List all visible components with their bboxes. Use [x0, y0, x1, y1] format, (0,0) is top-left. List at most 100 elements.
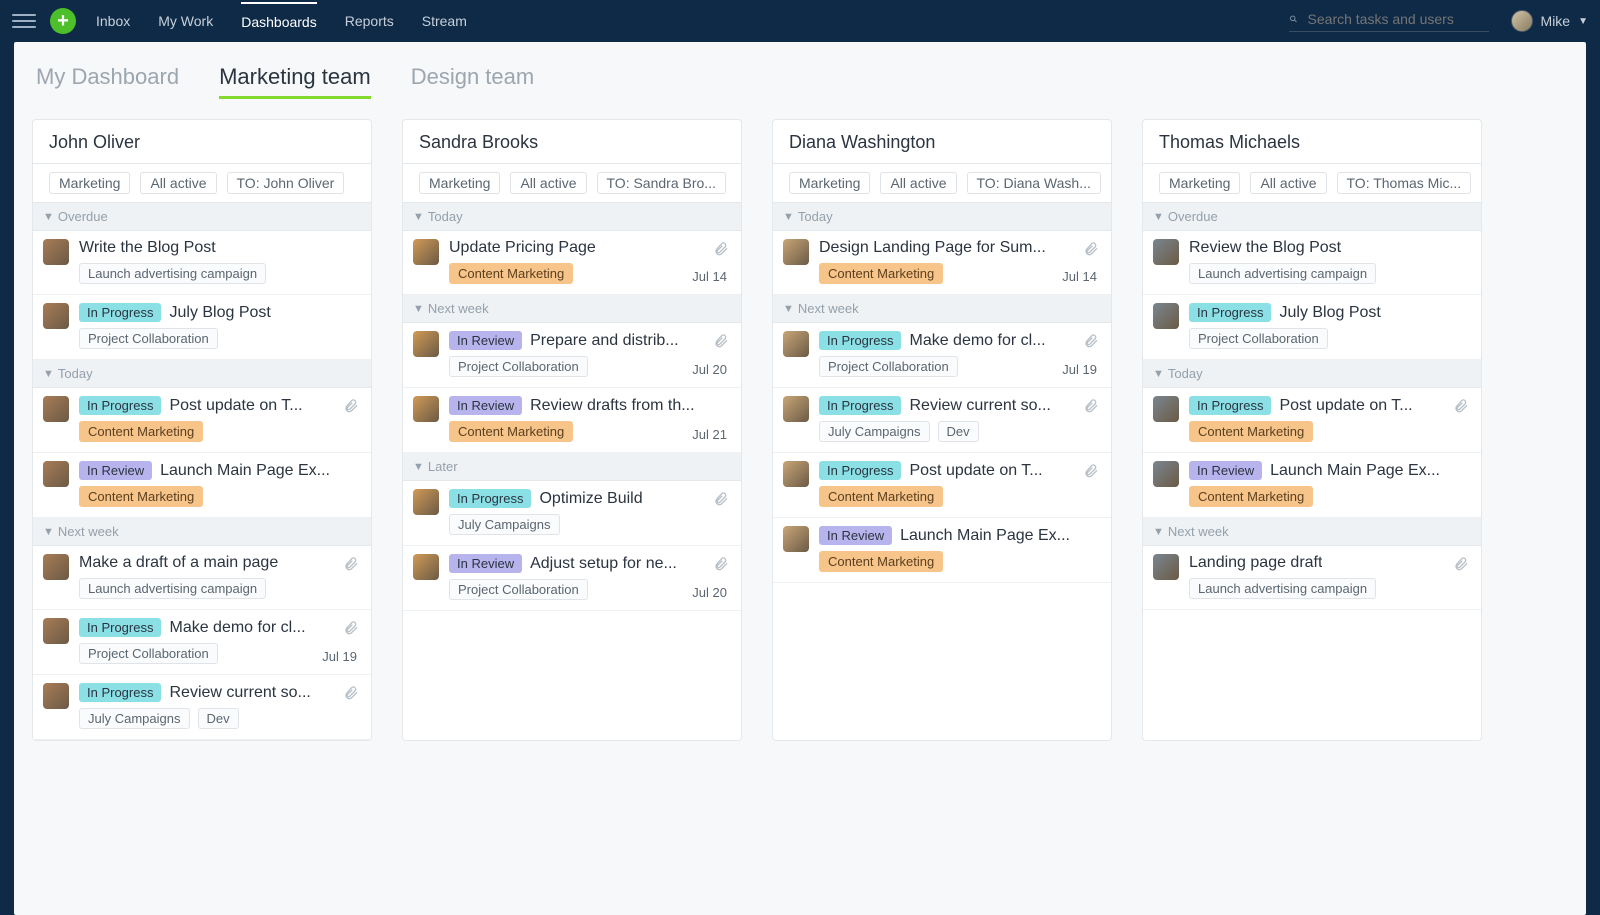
assignee-avatar[interactable]	[413, 239, 439, 265]
filter-chip[interactable]: TO: John Oliver	[227, 172, 345, 194]
section-next-week[interactable]: ▼Next week	[403, 295, 741, 323]
assignee-avatar[interactable]	[413, 331, 439, 357]
menu-icon[interactable]	[12, 9, 36, 33]
section-next-week[interactable]: ▼Next week	[33, 518, 371, 546]
filter-chip[interactable]: All active	[1250, 172, 1326, 194]
filter-chip[interactable]: Marketing	[1159, 172, 1240, 194]
assignee-avatar[interactable]	[43, 461, 69, 487]
filter-chip[interactable]: All active	[880, 172, 956, 194]
section-overdue[interactable]: ▼Overdue	[1143, 203, 1481, 231]
tag-pill[interactable]: Project Collaboration	[79, 643, 218, 664]
section-next-week[interactable]: ▼Next week	[1143, 518, 1481, 546]
tag-pill[interactable]: July Campaigns	[449, 514, 560, 535]
section-today[interactable]: ▼Today	[33, 360, 371, 388]
task-card[interactable]: Update Pricing PageContent MarketingJul …	[403, 231, 741, 295]
tag-pill[interactable]: Launch advertising campaign	[1189, 578, 1376, 599]
filter-chip[interactable]: All active	[140, 172, 216, 194]
task-card[interactable]: In ProgressPost update on T...Content Ma…	[1143, 388, 1481, 453]
filter-chip[interactable]: Marketing	[789, 172, 870, 194]
column-name[interactable]: Thomas Michaels	[1159, 132, 1465, 153]
section-overdue[interactable]: ▼Overdue	[33, 203, 371, 231]
task-card[interactable]: In ReviewAdjust setup for ne...Project C…	[403, 546, 741, 611]
attachment-icon[interactable]	[343, 620, 359, 641]
filter-chip[interactable]: TO: Diana Wash...	[967, 172, 1101, 194]
task-card[interactable]: In ReviewLaunch Main Page Ex...Content M…	[1143, 453, 1481, 518]
task-card[interactable]: In ProgressMake demo for cl...Project Co…	[33, 610, 371, 675]
attachment-icon[interactable]	[343, 685, 359, 706]
tab-marketing-team[interactable]: Marketing team	[219, 64, 371, 99]
assignee-avatar[interactable]	[43, 303, 69, 329]
task-card[interactable]: Write the Blog PostLaunch advertising ca…	[33, 231, 371, 295]
assignee-avatar[interactable]	[43, 618, 69, 644]
task-card[interactable]: In ProgressJuly Blog PostProject Collabo…	[1143, 295, 1481, 360]
assignee-avatar[interactable]	[1153, 239, 1179, 265]
attachment-icon[interactable]	[343, 398, 359, 419]
assignee-avatar[interactable]	[413, 396, 439, 422]
assignee-avatar[interactable]	[413, 489, 439, 515]
add-button[interactable]: +	[50, 8, 76, 34]
assignee-avatar[interactable]	[413, 554, 439, 580]
assignee-avatar[interactable]	[43, 396, 69, 422]
search-input[interactable]	[1308, 11, 1489, 27]
task-card[interactable]: In ProgressReview current so...July Camp…	[33, 675, 371, 740]
tag-pill[interactable]: Content Marketing	[1189, 486, 1313, 507]
attachment-icon[interactable]	[1083, 333, 1099, 354]
filter-chip[interactable]: Marketing	[49, 172, 130, 194]
assignee-avatar[interactable]	[1153, 303, 1179, 329]
task-card[interactable]: In ReviewLaunch Main Page Ex...Content M…	[773, 518, 1111, 583]
section-today[interactable]: ▼Today	[773, 203, 1111, 231]
tag-pill[interactable]: Dev	[938, 421, 979, 442]
tag-pill[interactable]: July Campaigns	[819, 421, 930, 442]
column-name[interactable]: Sandra Brooks	[419, 132, 725, 153]
task-card[interactable]: In ProgressJuly Blog PostProject Collabo…	[33, 295, 371, 360]
section-later[interactable]: ▼Later	[403, 453, 741, 481]
attachment-icon[interactable]	[1083, 463, 1099, 484]
task-card[interactable]: In ProgressPost update on T...Content Ma…	[773, 453, 1111, 518]
assignee-avatar[interactable]	[1153, 396, 1179, 422]
attachment-icon[interactable]	[1083, 241, 1099, 262]
attachment-icon[interactable]	[713, 556, 729, 577]
attachment-icon[interactable]	[713, 241, 729, 262]
tag-pill[interactable]: Content Marketing	[449, 263, 573, 284]
attachment-icon[interactable]	[1453, 556, 1469, 577]
nav-link-stream[interactable]: Stream	[422, 3, 467, 39]
tag-pill[interactable]: Dev	[198, 708, 239, 729]
assignee-avatar[interactable]	[43, 554, 69, 580]
user-menu[interactable]: Mike ▼	[1511, 10, 1588, 32]
assignee-avatar[interactable]	[783, 461, 809, 487]
tag-pill[interactable]: Content Marketing	[79, 421, 203, 442]
nav-link-dashboards[interactable]: Dashboards	[241, 2, 317, 40]
tag-pill[interactable]: Content Marketing	[1189, 421, 1313, 442]
column-name[interactable]: Diana Washington	[789, 132, 1095, 153]
assignee-avatar[interactable]	[43, 683, 69, 709]
filter-chip[interactable]: All active	[510, 172, 586, 194]
tag-pill[interactable]: Content Marketing	[79, 486, 203, 507]
tag-pill[interactable]: Project Collaboration	[79, 328, 218, 349]
task-card[interactable]: In ProgressMake demo for cl...Project Co…	[773, 323, 1111, 388]
assignee-avatar[interactable]	[1153, 461, 1179, 487]
task-card[interactable]: Make a draft of a main pageLaunch advert…	[33, 546, 371, 610]
assignee-avatar[interactable]	[783, 239, 809, 265]
tag-pill[interactable]: Project Collaboration	[449, 579, 588, 600]
assignee-avatar[interactable]	[43, 239, 69, 265]
column-name[interactable]: John Oliver	[49, 132, 355, 153]
tag-pill[interactable]: Launch advertising campaign	[79, 263, 266, 284]
task-card[interactable]: Landing page draftLaunch advertising cam…	[1143, 546, 1481, 610]
assignee-avatar[interactable]	[1153, 554, 1179, 580]
filter-chip[interactable]: TO: Sandra Bro...	[597, 172, 726, 194]
tag-pill[interactable]: Content Marketing	[819, 551, 943, 572]
task-card[interactable]: In ReviewLaunch Main Page Ex...Content M…	[33, 453, 371, 518]
task-card[interactable]: Review the Blog PostLaunch advertising c…	[1143, 231, 1481, 295]
tag-pill[interactable]: Content Marketing	[449, 421, 573, 442]
tag-pill[interactable]: Project Collaboration	[449, 356, 588, 377]
section-today[interactable]: ▼Today	[403, 203, 741, 231]
tag-pill[interactable]: Content Marketing	[819, 486, 943, 507]
assignee-avatar[interactable]	[783, 526, 809, 552]
attachment-icon[interactable]	[1453, 398, 1469, 419]
section-today[interactable]: ▼Today	[1143, 360, 1481, 388]
task-card[interactable]: In ReviewReview drafts from th...Content…	[403, 388, 741, 453]
task-card[interactable]: In ProgressReview current so...July Camp…	[773, 388, 1111, 453]
filter-chip[interactable]: TO: Thomas Mic...	[1337, 172, 1472, 194]
task-card[interactable]: In ProgressPost update on T...Content Ma…	[33, 388, 371, 453]
filter-chip[interactable]: Marketing	[419, 172, 500, 194]
